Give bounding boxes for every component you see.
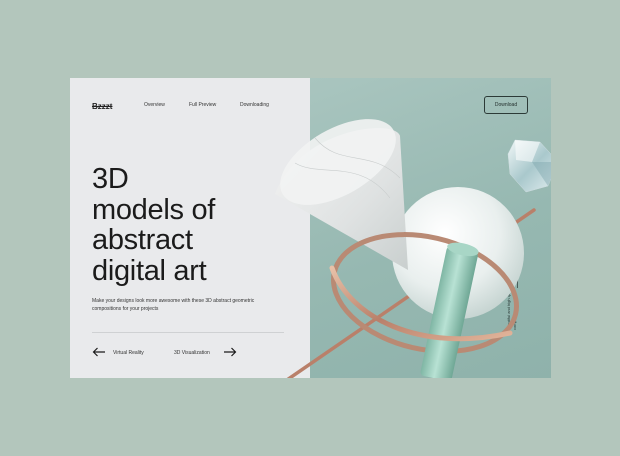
abstract-3d-artwork	[275, 119, 551, 378]
hero-card: Bzzzt Overview Full Preview Downloading …	[70, 78, 551, 378]
